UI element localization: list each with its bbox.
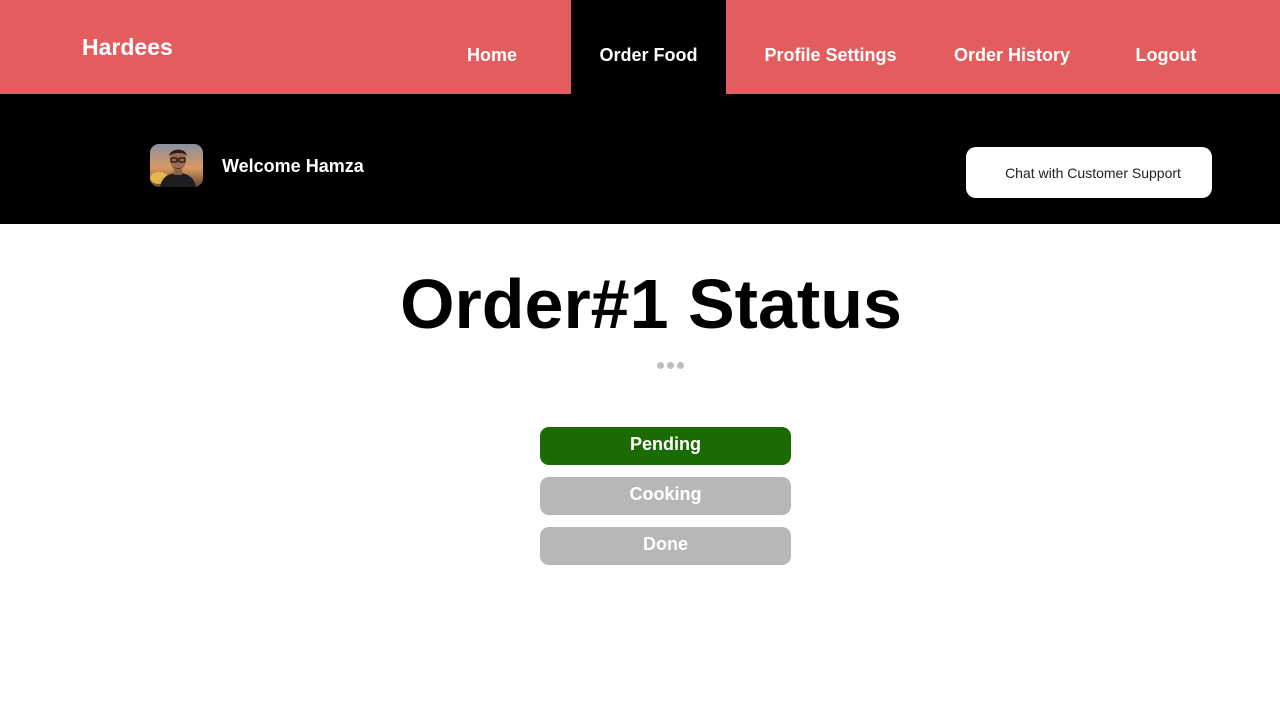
welcome-bar: Welcome Hamza Chat with Customer Support	[0, 94, 1280, 224]
status-list: Pending Cooking Done	[540, 427, 791, 577]
welcome-message: Welcome Hamza	[222, 156, 364, 176]
status-cooking: Cooking	[540, 477, 791, 515]
nav-profile-settings[interactable]: Profile Settings	[750, 0, 911, 94]
page-title: Order#1 Status	[400, 265, 902, 343]
avatar	[150, 144, 203, 187]
nav-home[interactable]: Home	[444, 0, 540, 94]
nav-order-food[interactable]: Order Food	[571, 0, 726, 94]
nav-logout[interactable]: Logout	[1120, 0, 1212, 94]
nav-order-history[interactable]: Order History	[940, 0, 1084, 94]
top-navbar: Hardees Home Order Food Profile Settings…	[0, 0, 1280, 94]
status-pending: Pending	[540, 427, 791, 465]
status-done: Done	[540, 527, 791, 565]
user-photo-avatar-icon	[150, 144, 203, 187]
ellipsis-dots-icon	[657, 362, 685, 370]
chat-support-button[interactable]: Chat with Customer Support	[966, 147, 1212, 198]
brand-logo[interactable]: Hardees	[82, 34, 173, 61]
